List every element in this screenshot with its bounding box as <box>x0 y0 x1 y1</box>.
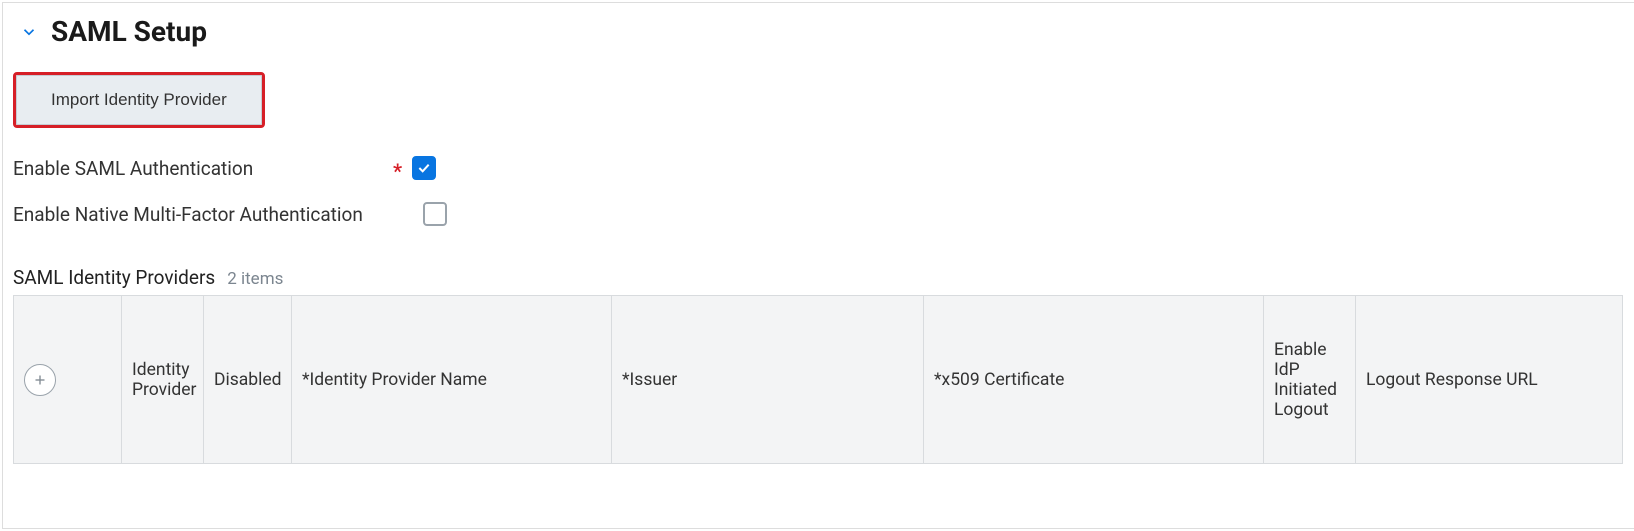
import-idp-highlight: Import Identity Provider <box>13 72 265 128</box>
enable-mfa-checkbox[interactable] <box>423 202 447 226</box>
enable-saml-label: Enable SAML Authentication <box>13 157 393 180</box>
enable-mfa-label: Enable Native Multi-Factor Authenticatio… <box>13 203 393 226</box>
col-disabled: Disabled <box>204 296 292 464</box>
idp-table-title: SAML Identity Providers <box>13 266 215 289</box>
required-indicator-icon: * <box>393 159 402 183</box>
idp-table-header-row: Identity Provider Disabled *Identity Pro… <box>14 296 1623 464</box>
col-x509-cert: *x509 Certificate <box>924 296 1264 464</box>
import-identity-provider-button[interactable]: Import Identity Provider <box>16 75 262 125</box>
col-logout-response-url: Logout Response URL <box>1356 296 1623 464</box>
col-identity-provider: Identity Provider <box>122 296 204 464</box>
idp-table-count: 2 items <box>227 269 283 289</box>
enable-saml-checkbox[interactable] <box>412 156 436 180</box>
section-title: SAML Setup <box>51 15 207 48</box>
col-idp-name: *Identity Provider Name <box>292 296 612 464</box>
add-row-button[interactable] <box>24 364 56 396</box>
col-idp-initiated-logout: Enable IdP Initiated Logout <box>1264 296 1356 464</box>
idp-table: Identity Provider Disabled *Identity Pro… <box>13 295 1623 464</box>
collapse-section-icon[interactable] <box>19 22 39 42</box>
col-issuer: *Issuer <box>612 296 924 464</box>
